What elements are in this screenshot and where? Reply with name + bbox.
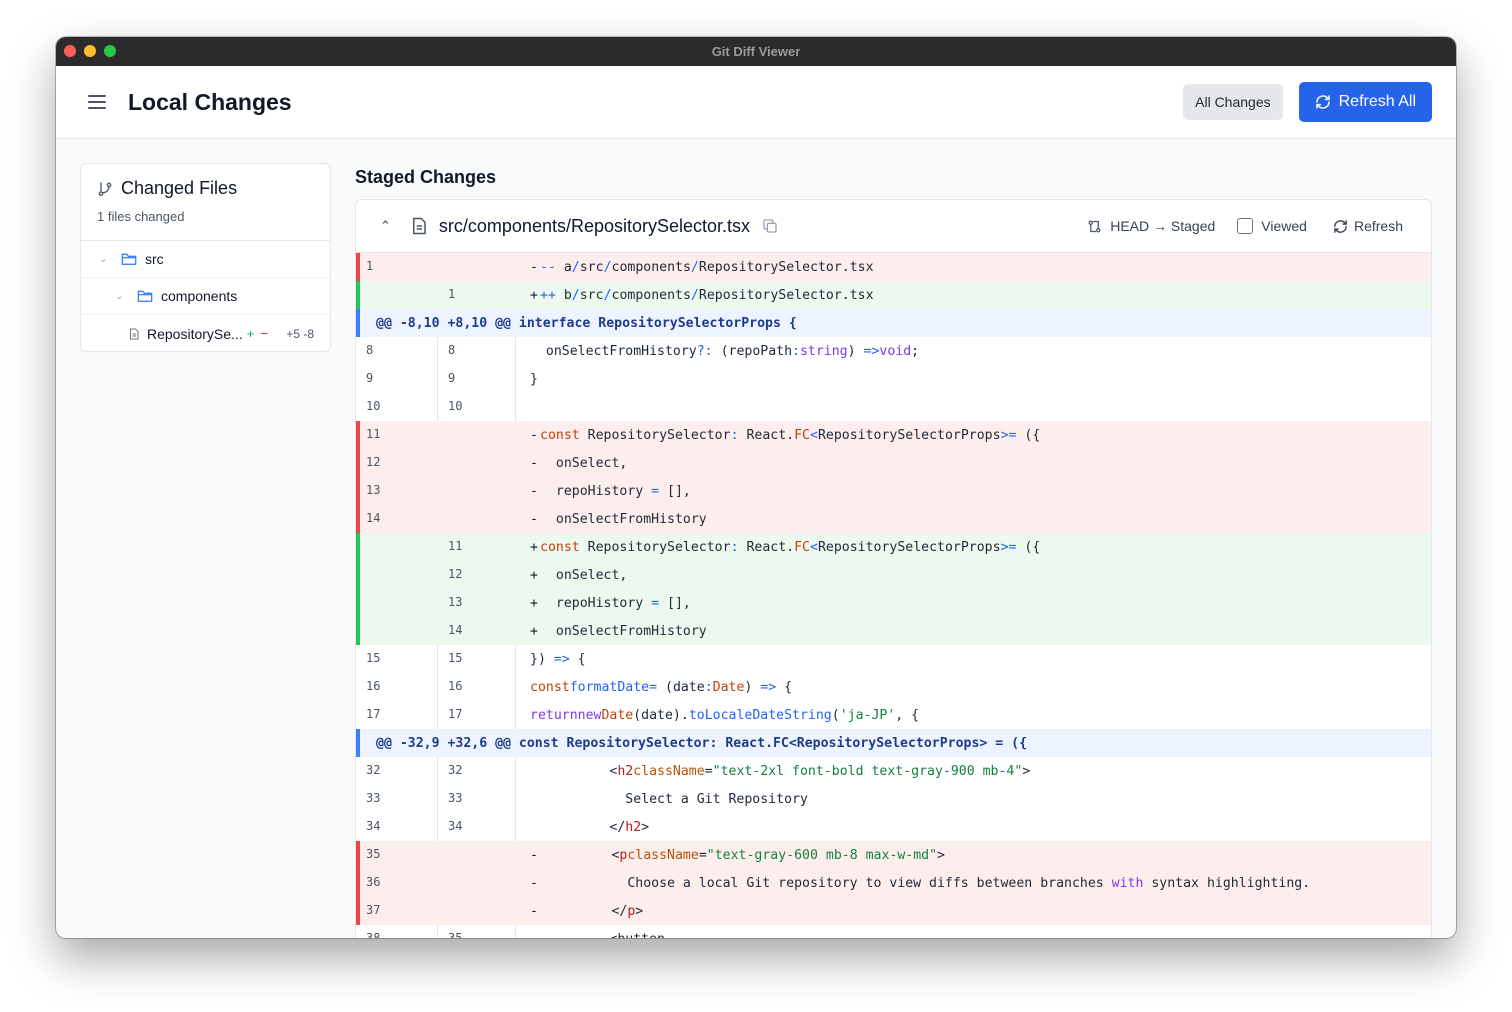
removed-indicator: − [260, 326, 268, 341]
close-window-button[interactable] [64, 45, 76, 57]
diff-line-context: 16 16 const formatDate = (date: Date) => … [356, 673, 1431, 701]
diff-line-context: 34 34 </h2 > [356, 813, 1431, 841]
refresh-icon [1334, 219, 1347, 233]
tree-file-repositoryselector[interactable]: RepositorySe... + − +5 -8 [81, 315, 330, 351]
copy-icon[interactable] [762, 218, 778, 234]
refresh-all-label: Refresh All [1338, 93, 1416, 110]
section-title: Staged Changes [355, 167, 497, 187]
files-changed-count: 1 files changed [97, 209, 185, 224]
diff-line-context: 10 10 [356, 393, 1431, 421]
diff-line-context: 9 9} [356, 365, 1431, 393]
diff-line-added: 14 + onSelectFromHistory [356, 617, 1431, 645]
refresh-file-button[interactable]: Refresh [1333, 218, 1403, 234]
tree-folder-label: components [161, 288, 238, 304]
maximize-window-button[interactable] [104, 45, 116, 57]
file-stats: +5 -8 [286, 326, 314, 341]
file-path: src/components/RepositorySelector.tsx [438, 215, 751, 236]
tree-folder-label: src [145, 251, 164, 267]
diff-line-context: 3835 <button [356, 925, 1431, 938]
folder-icon [137, 289, 153, 303]
diff-line-deleted: 36- Choose a local Git repository to vie… [356, 869, 1431, 897]
refresh-label: Refresh [1353, 218, 1403, 234]
compare-label: HEAD → Staged [1110, 218, 1216, 234]
hamburger-menu-icon[interactable] [88, 95, 106, 109]
window-title: Git Diff Viewer [711, 44, 801, 59]
diff-line-added: 11 + const RepositorySelector: React. FC < Re… [356, 533, 1431, 561]
viewed-checkbox[interactable] [1237, 218, 1254, 234]
file-icon [412, 217, 426, 235]
tree-folder-components[interactable]: ⌄ components [81, 278, 330, 315]
file-icon [129, 328, 139, 340]
folder-icon [121, 252, 137, 266]
diff-line-deleted: 13- repoHistory = [], [356, 477, 1431, 505]
tree-folder-src[interactable]: ⌄ src [81, 241, 330, 278]
page-title: Local Changes [128, 88, 292, 115]
refresh-icon [1315, 95, 1330, 109]
diff-line-deleted: 35- < p className = "text-gray-600 mb-8 max… [356, 841, 1431, 869]
diff-line-context: 15 15}) => { [356, 645, 1431, 673]
minimize-window-button[interactable] [84, 45, 96, 57]
diff-line-context: 17 17 return new Date (date). toLocaleDateS… [356, 701, 1431, 729]
diff-line-context: 88 onSelectFromHistory?: (repoPath: stri… [356, 337, 1431, 365]
app-window: Git Diff Viewer Local Changes All Change… [56, 37, 1456, 938]
diff-line-deleted: 1- -- a / src / components / RepositorySelector… [356, 253, 1431, 281]
diff-line-added: 12 + onSelect, [356, 561, 1431, 589]
diff-line-deleted: 11- const RepositorySelector: React. FC < Re… [356, 421, 1431, 449]
tree-file-label: RepositorySe... [147, 325, 243, 342]
git-compare-icon [1088, 220, 1101, 232]
viewed-label: Viewed [1261, 218, 1307, 234]
diff-line-added: 13 + repoHistory = [], [356, 589, 1431, 617]
title-bar: Git Diff Viewer [56, 37, 1456, 66]
diff-line-deleted: 37- </p > [356, 897, 1431, 925]
window-controls [64, 45, 116, 57]
diff-code: 1- -- a / src / components / RepositorySelector… [356, 253, 1431, 938]
diff-main: Staged Changes ⌃ src/components/Reposito… [355, 163, 1432, 938]
changed-files-panel: Changed Files 1 files changed ⌄ src ⌄ co… [80, 163, 331, 352]
diff-line-added: 1 + ++ b / src / components / RepositorySelector… [356, 281, 1431, 309]
git-branch-icon [98, 181, 112, 196]
diff-line-context: 33 33 Select a Git Repository [356, 785, 1431, 813]
file-diff-card: ⌃ src/components/RepositorySelector.tsx … [355, 199, 1432, 938]
diff-line-deleted: 14- onSelectFromHistory [356, 505, 1431, 533]
refresh-all-button[interactable]: Refresh All [1298, 82, 1432, 122]
diff-line-context: 32 32 < h2 className = "text-2xl font-bold t… [356, 757, 1431, 785]
diff-hunk-header: @@ -8,10 +8,10 @@ interface RepositorySe… [356, 309, 1431, 337]
chevron-down-icon: ⌄ [99, 253, 108, 265]
all-changes-button[interactable]: All Changes [1183, 84, 1283, 120]
changed-files-title: Changed Files [121, 178, 238, 198]
diff-line-deleted: 12- onSelect, [356, 449, 1431, 477]
file-header: ⌃ src/components/RepositorySelector.tsx … [356, 200, 1431, 253]
chevron-down-icon: ⌄ [115, 290, 124, 302]
collapse-chevron-icon[interactable]: ⌃ [380, 218, 391, 234]
page-header: Local Changes All Changes Refresh All [56, 66, 1456, 139]
added-indicator: + [246, 326, 255, 341]
diff-hunk-header: @@ -32,9 +32,6 @@ const RepositorySelect… [356, 729, 1431, 757]
